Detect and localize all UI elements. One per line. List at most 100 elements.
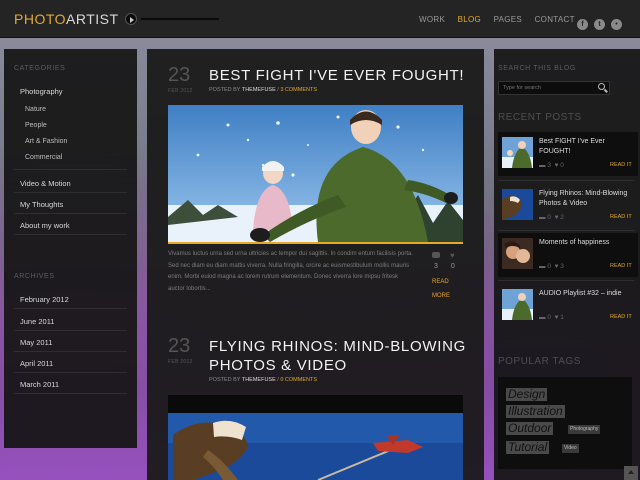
recent-post-item[interactable]: Best FIGHT I've Ever FOUGHT! ▬ 3 ♥ 0 REA… (498, 132, 638, 176)
recent-post-stats: ▬ 0 ♥ 3 (539, 263, 564, 270)
comment-icon: ▬ (539, 214, 546, 221)
category-about-my-work[interactable]: About my work (20, 221, 70, 230)
comment-icon: ▬ (539, 314, 546, 321)
snowball-thumb (502, 289, 533, 320)
archive-march-2011[interactable]: March 2011 (20, 380, 59, 389)
heart-icon[interactable]: ♥ (555, 162, 559, 169)
like-count: 0 (560, 162, 564, 169)
subcategory-commercial[interactable]: Commercial (25, 154, 62, 161)
post-date-day: 23 (168, 64, 191, 86)
post-comments-link[interactable]: 3 COMMENTS (280, 87, 317, 93)
heart-icon[interactable]: ♥ (555, 263, 559, 270)
recent-post-stats: ▬ 3 ♥ 0 (539, 162, 564, 169)
subcategory-art-fashion[interactable]: Art & Fashion (25, 138, 67, 145)
nav-item-pages[interactable]: PAGES (494, 15, 522, 24)
recent-post-item[interactable]: AUDIO Playlist #32 – indie ▬ 0 ♥ 1 READ … (498, 284, 638, 328)
recent-post-title[interactable]: AUDIO Playlist #32 – indie (539, 289, 634, 299)
subcategory-nature[interactable]: Nature (25, 106, 46, 113)
comment-icon: ▬ (539, 162, 546, 169)
search-input[interactable] (498, 81, 610, 95)
search-heading: SEARCH THIS BLOG (498, 65, 576, 72)
search-icon[interactable] (598, 83, 608, 93)
archive-may-2011[interactable]: May 2011 (20, 338, 52, 347)
recent-post-title[interactable]: Best FIGHT I've Ever FOUGHT! (539, 137, 634, 157)
read-it-link[interactable]: READ IT (610, 263, 632, 269)
left-sidebar: CATEGORIES Photography Nature People Art… (4, 49, 137, 448)
category-my-thoughts[interactable]: My Thoughts (20, 200, 63, 209)
divider (14, 330, 127, 331)
nav-item-blog[interactable]: BLOG (458, 15, 481, 24)
read-it-link[interactable]: READ IT (610, 214, 632, 220)
post-author-link[interactable]: THEMEFUSE (242, 377, 276, 383)
snowball-fight-photo (168, 105, 463, 242)
social-links: f t • (577, 13, 628, 31)
categories-heading: CATEGORIES (14, 65, 66, 72)
post-title-line1[interactable]: FLYING RHINOS: MIND-BLOWING (209, 337, 466, 356)
read-it-link[interactable]: READ IT (610, 162, 632, 168)
post-stats: ♥ (432, 251, 455, 260)
recent-post-thumbnail[interactable] (502, 189, 533, 220)
post-date-month-year: FEB 2012 (168, 88, 193, 94)
nav-item-work[interactable]: WORK (419, 15, 445, 24)
comment-count: 0 (547, 214, 551, 221)
post-author-link[interactable]: THEMEFUSE (242, 87, 276, 93)
nav-item-contact[interactable]: CONTACT (535, 15, 575, 24)
recent-post-title[interactable]: Flying Rhinos: Mind-Blowing Photos & Vid… (539, 189, 634, 209)
scroll-to-top-button[interactable] (624, 466, 638, 480)
tag-illustration[interactable]: Illustration (506, 405, 565, 418)
recent-post-thumbnail[interactable] (502, 137, 533, 168)
posted-by-label: POSTED BY (209, 87, 241, 93)
comment-icon: ▬ (539, 263, 546, 270)
audio-player (125, 12, 220, 26)
like-count: 3 (560, 263, 564, 270)
recent-post-title[interactable]: Moments of happiness (539, 238, 634, 248)
tag-tutorial[interactable]: Tutorial (506, 441, 550, 454)
like-count: 0 (450, 263, 455, 270)
recent-post-item[interactable]: Flying Rhinos: Mind-Blowing Photos & Vid… (498, 184, 638, 228)
twitter-icon[interactable]: t (594, 19, 605, 30)
posted-by-label: POSTED BY (209, 377, 241, 383)
audio-progress-track[interactable] (141, 18, 219, 20)
archive-april-2011[interactable]: April 2011 (20, 359, 53, 368)
recent-post-item[interactable]: Moments of happiness ▬ 0 ♥ 3 READ IT (498, 233, 638, 277)
read-it-link[interactable]: READ IT (610, 314, 632, 320)
main-content: 23 FEB 2012 BEST FIGHT I'VE EVER FOUGHT!… (147, 49, 484, 480)
category-video-motion[interactable]: Video & Motion (20, 179, 71, 188)
flying-rhino-photo (168, 395, 463, 480)
category-photography[interactable]: Photography (20, 87, 63, 96)
divider (14, 372, 127, 373)
heart-icon[interactable]: ♥ (450, 251, 455, 260)
tag-cloud: Design Illustration Outdoor Photography … (498, 377, 632, 469)
post-counts: 30 (434, 263, 455, 270)
post-featured-image[interactable] (168, 105, 463, 242)
comment-count: 3 (547, 162, 551, 169)
post-title-line2[interactable]: PHOTOS & VIDEO (209, 356, 347, 375)
facebook-icon[interactable]: f (577, 19, 588, 30)
divider (498, 230, 634, 231)
archive-february-2012[interactable]: February 2012 (20, 295, 69, 304)
archive-june-2011[interactable]: June 2011 (20, 317, 54, 326)
snowball-thumb (502, 137, 533, 168)
tag-outdoor[interactable]: Outdoor (506, 422, 554, 435)
logo-part-photo: PHOTO (14, 11, 67, 27)
heart-icon[interactable]: ♥ (555, 314, 559, 321)
recent-post-thumbnail[interactable] (502, 289, 533, 320)
like-count: 2 (560, 214, 564, 221)
read-more-link[interactable]: READ MORE (432, 275, 456, 303)
tag-design[interactable]: Design (506, 388, 548, 401)
image-accent-rule (168, 242, 463, 244)
flickr-icon[interactable]: • (611, 19, 622, 30)
play-icon[interactable] (125, 13, 137, 25)
post-featured-image[interactable] (168, 395, 463, 480)
post-excerpt: Vivamus luctus urna sed urna ultricies a… (168, 251, 413, 292)
recent-post-thumbnail[interactable] (502, 238, 533, 269)
site-logo[interactable]: PHOTOARTIST (14, 11, 119, 27)
post-comments-link[interactable]: 0 COMMENTS (280, 377, 317, 383)
tag-video[interactable]: Video (562, 444, 579, 453)
comment-count: 0 (547, 314, 551, 321)
tag-photography[interactable]: Photography (568, 425, 601, 434)
divider (14, 213, 127, 214)
heart-icon[interactable]: ♥ (555, 214, 559, 221)
subcategory-people[interactable]: People (25, 122, 47, 129)
post-title[interactable]: BEST FIGHT I'VE EVER FOUGHT! (209, 66, 464, 85)
